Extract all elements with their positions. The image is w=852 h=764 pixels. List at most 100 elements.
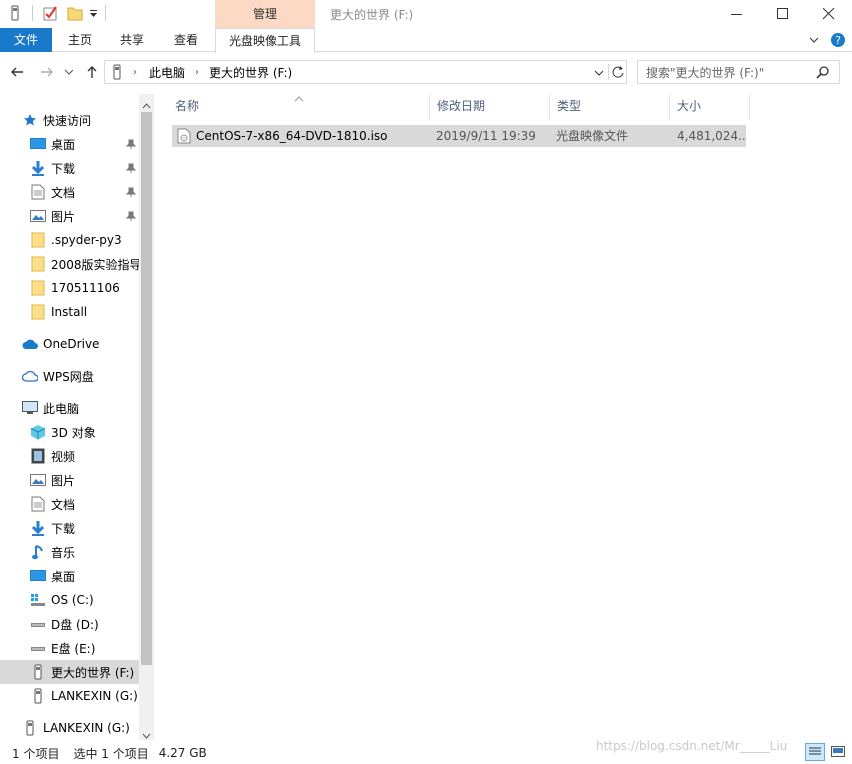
tab-file[interactable]: 文件: [0, 28, 52, 52]
tab-home[interactable]: 主页: [56, 28, 104, 52]
large-icons-view-button[interactable]: [828, 743, 848, 761]
desktop-icon: [30, 568, 46, 584]
maximize-button[interactable]: [760, 0, 806, 28]
nav-quick-item-documents[interactable]: 文档: [0, 180, 140, 204]
refresh-icon[interactable]: [608, 64, 624, 80]
nav-pc-item-drive-c[interactable]: OS (C:): [0, 588, 140, 612]
recent-locations-button[interactable]: [62, 58, 76, 86]
nav-quick-item-folder[interactable]: .spyder-py3: [0, 228, 140, 252]
windows-drive-icon: [30, 592, 46, 608]
nav-label: 文档: [51, 185, 76, 200]
nav-wps-cloud[interactable]: WPS网盘: [0, 364, 140, 388]
window-title: 更大的世界 (F:): [330, 8, 414, 22]
minimize-button[interactable]: [714, 0, 760, 28]
disc-image-file-icon: [177, 128, 191, 147]
properties-icon[interactable]: [43, 5, 59, 21]
customize-toolbar-icon[interactable]: [89, 5, 99, 21]
nav-label: 170511106: [51, 281, 120, 295]
nav-quick-item-downloads[interactable]: 下载: [0, 156, 140, 180]
nav-this-pc[interactable]: 此电脑: [0, 396, 140, 420]
search-input[interactable]: 搜索"更大的世界 (F:)": [637, 60, 840, 84]
nav-pc-item-desktop[interactable]: 桌面: [0, 564, 140, 588]
nav-pc-item-drive-g[interactable]: LANKEXIN (G:): [0, 684, 140, 708]
nav-pc-item-videos[interactable]: 视频: [0, 444, 140, 468]
computer-icon: [22, 400, 38, 416]
nav-quick-item-folder[interactable]: Install: [0, 300, 140, 324]
nav-label: 此电脑: [43, 401, 80, 416]
nav-pc-item-3d-objects[interactable]: 3D 对象: [0, 420, 140, 444]
minimize-icon: [731, 14, 742, 15]
forward-button[interactable]: [36, 58, 58, 86]
usb-drive-icon[interactable]: [8, 5, 22, 21]
expand-ribbon-icon[interactable]: [808, 34, 820, 49]
tab-disc-image-tools[interactable]: 光盘映像工具: [215, 28, 315, 53]
nav-removable-drive-g[interactable]: LANKEXIN (G:): [0, 716, 140, 740]
nav-label: 文档: [51, 497, 76, 512]
nav-label: E盘 (E:): [51, 641, 96, 656]
pin-icon[interactable]: [125, 138, 137, 152]
pin-icon[interactable]: [125, 210, 137, 224]
details-view-button[interactable]: [805, 743, 825, 761]
column-header-name[interactable]: 名称: [168, 94, 430, 120]
breadcrumb-this-pc[interactable]: 此电脑: [149, 64, 185, 81]
column-headers: 名称 修改日期 类型 大小: [168, 94, 752, 120]
breadcrumb-current-drive[interactable]: 更大的世界 (F:): [209, 64, 292, 81]
nav-pc-item-pictures[interactable]: 图片: [0, 468, 140, 492]
nav-label: 桌面: [51, 137, 76, 152]
file-name: CentOS-7-x86_64-DVD-1810.iso: [196, 129, 388, 143]
video-icon: [30, 448, 46, 464]
nav-pc-item-drive-f[interactable]: 更大的世界 (F:): [0, 660, 140, 684]
tab-share[interactable]: 共享: [108, 28, 156, 52]
search-icon[interactable]: [816, 66, 830, 83]
nav-scrollbar[interactable]: [139, 94, 154, 740]
scrollbar-thumb[interactable]: [141, 112, 152, 665]
3d-objects-icon: [30, 424, 46, 440]
back-button[interactable]: [6, 58, 28, 86]
nav-label: 下载: [51, 161, 76, 176]
nav-label: D盘 (D:): [51, 617, 99, 632]
nav-quick-item-desktop[interactable]: 桌面: [0, 132, 140, 156]
nav-label: WPS网盘: [43, 369, 94, 384]
pin-icon[interactable]: [125, 186, 137, 200]
column-header-size[interactable]: 大小: [670, 94, 750, 120]
tab-view[interactable]: 查看: [162, 28, 210, 52]
nav-quick-item-folder[interactable]: 2008版实验指导: [0, 252, 140, 276]
nav-quick-item-pictures[interactable]: 图片: [0, 204, 140, 228]
folder-icon: [30, 280, 46, 296]
column-header-modified[interactable]: 修改日期: [430, 94, 550, 120]
nav-pc-item-drive-e[interactable]: E盘 (E:): [0, 636, 140, 660]
nav-quick-access[interactable]: 快速访问: [0, 108, 140, 132]
nav-pc-item-music[interactable]: 音乐: [0, 540, 140, 564]
usb-drive-icon: [22, 720, 38, 736]
nav-label: 音乐: [51, 545, 76, 560]
nav-pc-item-downloads[interactable]: 下载: [0, 516, 140, 540]
nav-onedrive[interactable]: OneDrive: [0, 332, 140, 356]
title-bar: 管理 更大的世界 (F:): [0, 0, 852, 28]
scroll-up-icon[interactable]: [142, 98, 151, 112]
drive-icon: [30, 640, 46, 656]
drive-icon: [30, 616, 46, 632]
nav-pc-item-documents[interactable]: 文档: [0, 492, 140, 516]
help-icon[interactable]: ?: [830, 32, 846, 51]
tab-manage[interactable]: 管理: [215, 0, 315, 28]
download-icon: [30, 160, 46, 176]
scroll-down-icon[interactable]: [142, 728, 151, 742]
nav-quick-item-folder[interactable]: 170511106: [0, 276, 140, 300]
new-folder-icon[interactable]: [67, 5, 83, 21]
close-button[interactable]: [806, 0, 852, 28]
nav-pc-item-drive-d[interactable]: D盘 (D:): [0, 612, 140, 636]
details-view-icon: [809, 747, 821, 755]
address-bar[interactable]: › 此电脑 › 更大的世界 (F:): [104, 60, 627, 84]
folder-icon: [30, 232, 46, 248]
usb-drive-icon: [111, 64, 123, 80]
file-type: 光盘映像文件: [556, 129, 629, 143]
column-header-type[interactable]: 类型: [550, 94, 670, 120]
pin-icon[interactable]: [125, 162, 137, 176]
up-button[interactable]: [82, 58, 102, 86]
ribbon-tabs: 文件 主页 共享 查看 光盘映像工具 ?: [0, 28, 852, 53]
forward-arrow-icon: [41, 67, 53, 77]
address-history-icon[interactable]: [594, 67, 604, 81]
file-row[interactable]: CentOS-7-x86_64-DVD-1810.iso 2019/9/11 1…: [172, 125, 746, 147]
cloud-outline-icon: [22, 368, 38, 384]
chevron-down-icon: [64, 69, 74, 75]
